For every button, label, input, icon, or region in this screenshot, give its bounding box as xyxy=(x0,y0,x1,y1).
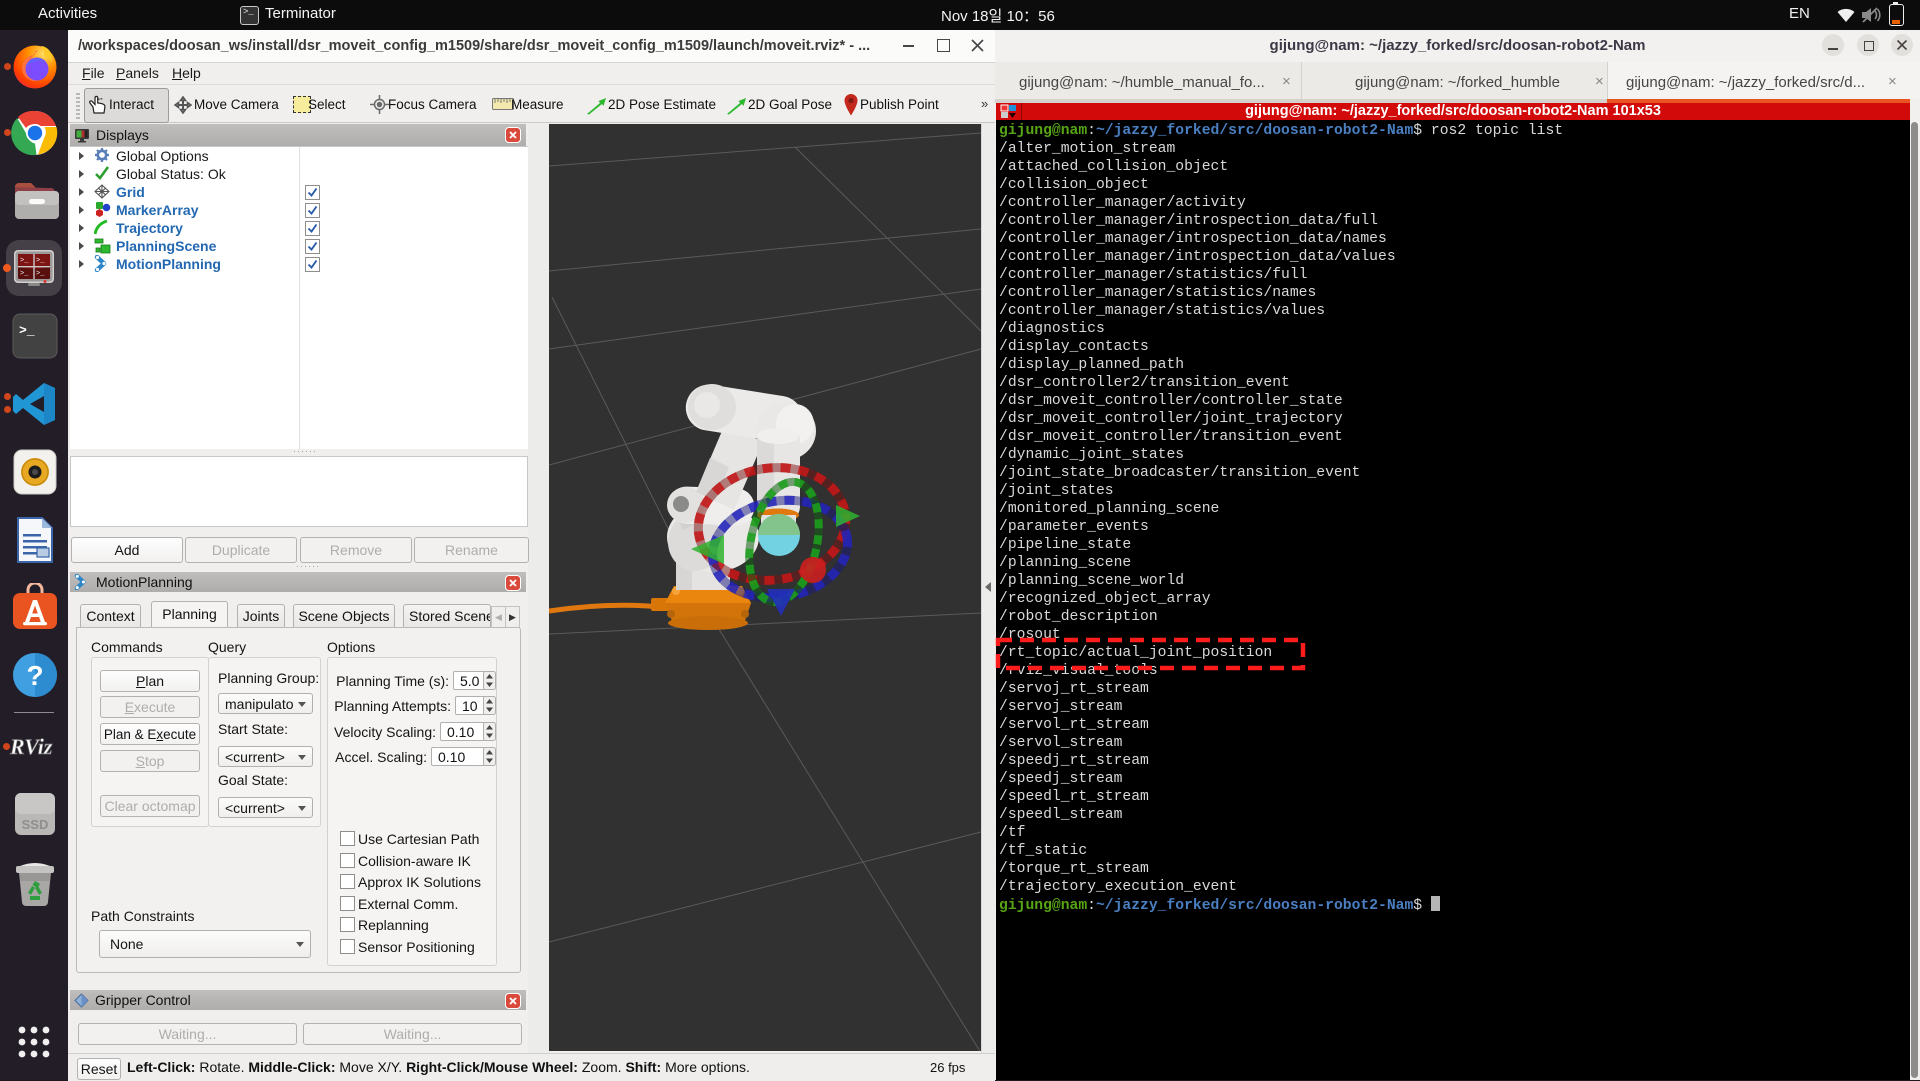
svg-text:>_: >_ xyxy=(36,270,45,278)
svg-text:SSD: SSD xyxy=(22,817,49,832)
svg-text:>_: >_ xyxy=(19,323,35,338)
svg-text:>_: >_ xyxy=(20,257,29,265)
svg-text:>_: >_ xyxy=(20,270,29,278)
svg-text:>_: >_ xyxy=(36,257,45,265)
svg-text:?: ? xyxy=(26,660,43,691)
svg-text:RViz: RViz xyxy=(9,734,53,759)
